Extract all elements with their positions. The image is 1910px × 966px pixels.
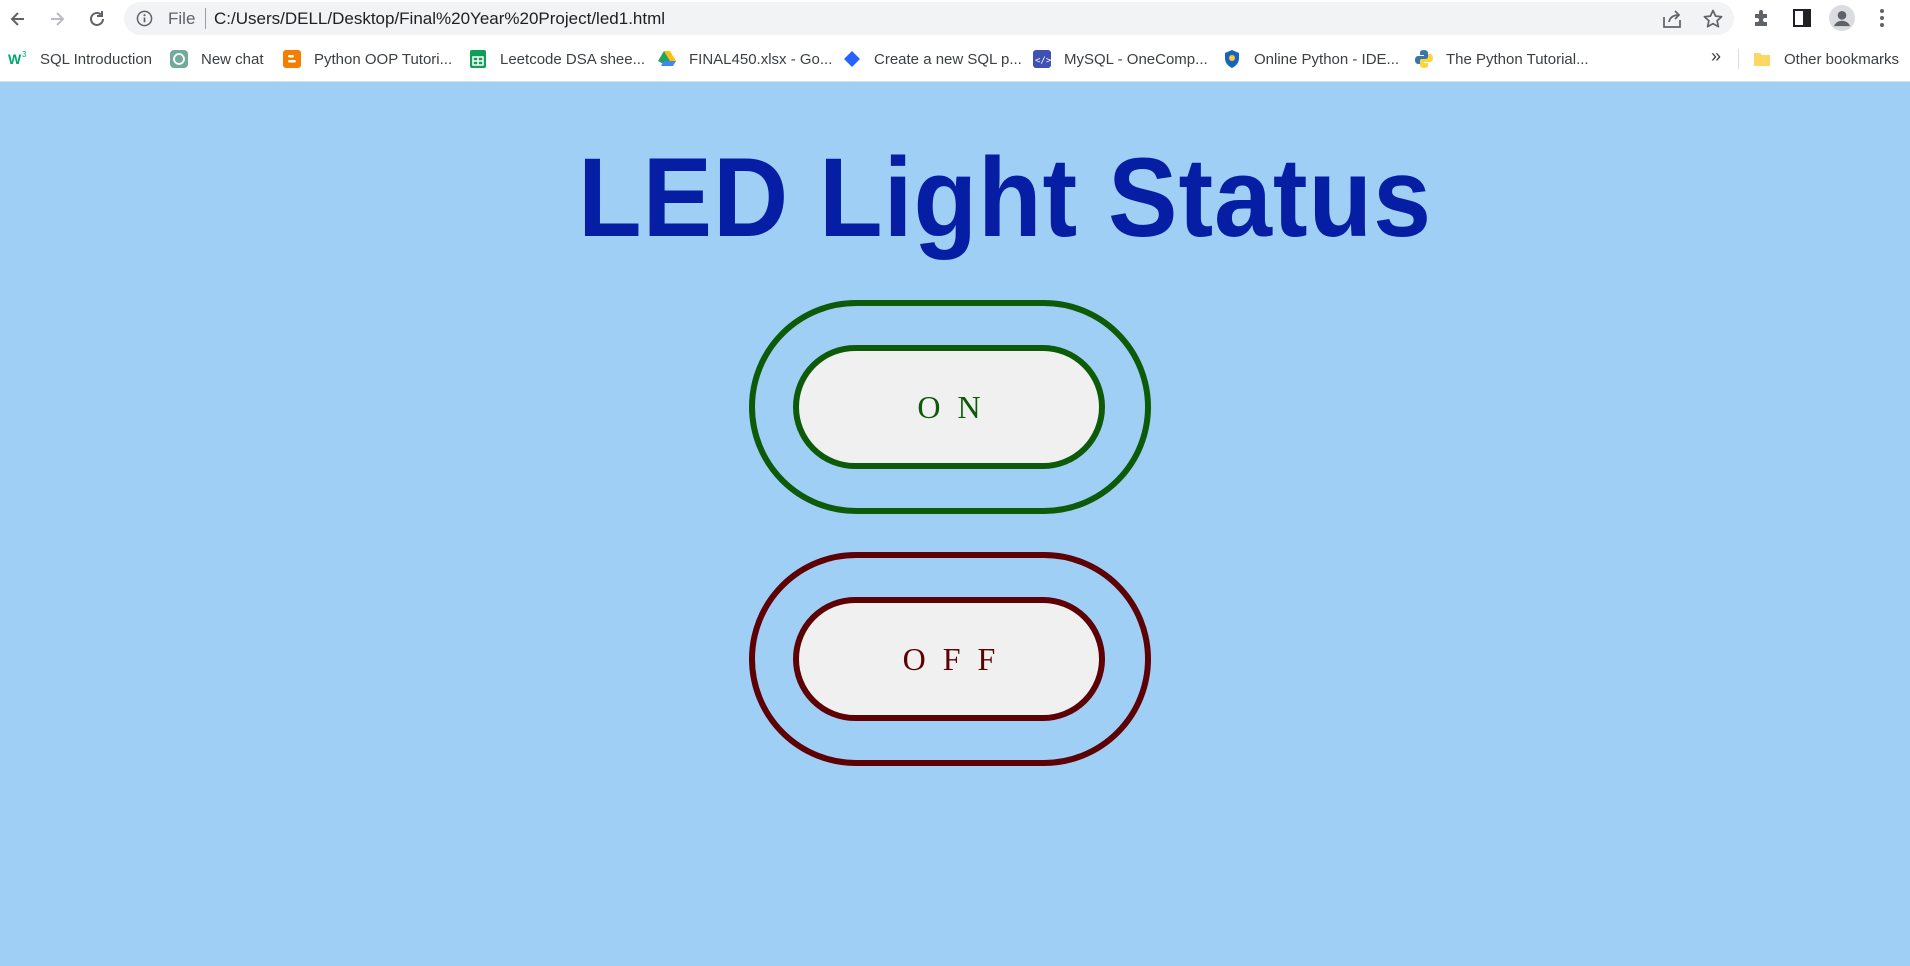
bookmark-label: Create a new SQL p... — [874, 50, 1022, 68]
google-sheets-icon — [468, 49, 488, 69]
svg-text:W: W — [8, 51, 22, 67]
back-button[interactable] — [3, 4, 33, 34]
side-panel-icon — [1793, 9, 1811, 27]
info-icon[interactable] — [136, 10, 153, 27]
bookmark-item[interactable]: </> MySQL - OneComp... — [1032, 48, 1208, 70]
bookmark-item[interactable]: FINAL450.xlsx - Go... — [657, 48, 832, 70]
browser-chrome: File C:/Users/DELL/Desktop/Final%20Year%… — [0, 0, 1910, 82]
side-panel-button[interactable] — [1789, 5, 1815, 31]
bookmark-label: Leetcode DSA shee... — [500, 50, 646, 68]
url-text[interactable]: C:/Users/DELL/Desktop/Final%20Year%20Pro… — [214, 10, 665, 28]
page-content: LED Light Status ON OFF — [0, 83, 1910, 966]
python-icon — [1414, 49, 1434, 69]
on-button[interactable]: ON — [793, 345, 1105, 469]
extensions-button[interactable] — [1749, 5, 1775, 31]
bookmark-star-icon[interactable] — [1702, 8, 1724, 30]
puzzle-icon — [1755, 10, 1767, 26]
reload-button[interactable] — [82, 4, 112, 34]
bookmark-item[interactable]: Online Python - IDE... — [1222, 48, 1399, 70]
shield-icon — [1222, 49, 1242, 69]
browser-toolbar: File C:/Users/DELL/Desktop/Final%20Year%… — [0, 0, 1910, 37]
share-icon[interactable] — [1661, 8, 1683, 30]
bookmark-item[interactable]: The Python Tutorial... — [1414, 48, 1589, 70]
bookmark-label: New chat — [201, 50, 264, 68]
bookmark-item[interactable]: Create a new SQL p... — [842, 48, 1022, 70]
svg-text:3: 3 — [22, 50, 27, 59]
off-button[interactable]: OFF — [793, 597, 1105, 721]
arrow-right-icon — [51, 12, 65, 26]
bookmarks-bar: W3 SQL Introduction New chat Python OOP … — [0, 43, 1910, 75]
google-drive-icon — [657, 49, 677, 69]
bookmark-item[interactable]: W3 SQL Introduction — [8, 48, 152, 70]
more-bookmarks-button[interactable]: » — [1711, 46, 1721, 67]
bookmark-label: The Python Tutorial... — [1446, 50, 1589, 68]
bookmark-label: FINAL450.xlsx - Go... — [689, 50, 833, 68]
reload-icon — [90, 11, 104, 26]
folder-icon — [1752, 49, 1772, 69]
kebab-menu-icon — [1880, 9, 1884, 27]
scheme-label: File — [168, 9, 196, 28]
diamond-icon — [842, 49, 862, 69]
bookmark-item[interactable]: Leetcode DSA shee... — [468, 48, 645, 70]
chatgpt-icon — [169, 49, 189, 69]
bookmark-label: Online Python - IDE... — [1254, 50, 1400, 68]
bookmark-label: Python OOP Tutori... — [314, 50, 453, 68]
profile-button[interactable] — [1829, 5, 1855, 31]
other-bookmarks-folder[interactable]: Other bookmarks — [1752, 48, 1899, 70]
omnibox-divider — [205, 8, 206, 29]
bookmarks-divider — [1738, 49, 1739, 69]
code-icon: </> — [1032, 49, 1052, 69]
address-bar[interactable]: File C:/Users/DELL/Desktop/Final%20Year%… — [124, 2, 1734, 35]
bookmark-label: SQL Introduction — [40, 50, 153, 68]
other-bookmarks-label: Other bookmarks — [1784, 50, 1900, 68]
arrow-left-icon — [10, 12, 24, 26]
bookmark-item[interactable]: Python OOP Tutori... — [282, 48, 452, 70]
bookmark-label: MySQL - OneComp... — [1064, 50, 1208, 68]
avatar-icon — [1829, 5, 1855, 31]
blogger-icon — [282, 49, 302, 69]
svg-text:</>: </> — [1035, 56, 1052, 66]
bookmark-item[interactable]: New chat — [169, 48, 264, 70]
menu-button[interactable] — [1869, 5, 1895, 31]
w3schools-icon: W3 — [8, 49, 28, 69]
forward-button[interactable] — [42, 4, 72, 34]
page-title: LED Light Status — [578, 135, 1432, 260]
